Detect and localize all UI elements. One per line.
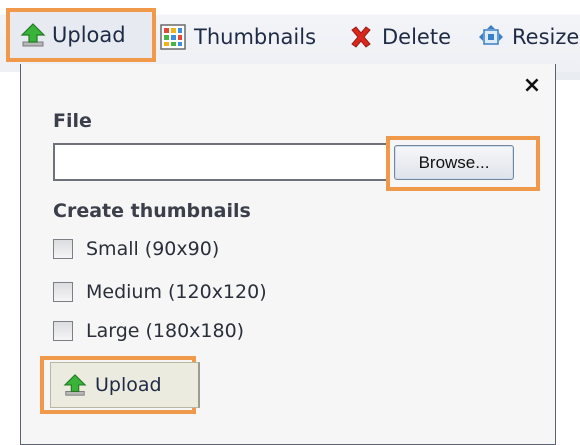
toolbar-delete-button[interactable]: Delete — [348, 16, 451, 58]
toolbar-resize-label: Resize — [512, 25, 580, 49]
large-label: Large (180x180) — [86, 320, 245, 342]
upload-submit-button[interactable]: Upload — [50, 362, 200, 408]
upload-arrow-icon — [20, 22, 46, 48]
grid-icon — [160, 24, 186, 50]
upload-submit-label: Upload — [95, 374, 162, 396]
small-label: Small (90x90) — [86, 238, 220, 260]
file-label: File — [53, 110, 92, 132]
toolbar-resize-button[interactable]: Resize — [478, 16, 579, 58]
option-small[interactable]: Small (90x90) — [53, 238, 219, 260]
large-checkbox[interactable] — [53, 321, 73, 341]
medium-label: Medium (120x120) — [86, 281, 267, 303]
upload-arrow-icon — [63, 373, 87, 397]
toolbar-upload-button[interactable]: Upload — [6, 8, 156, 62]
browse-button[interactable]: Browse... — [394, 145, 514, 180]
toolbar-delete-label: Delete — [382, 25, 451, 49]
background-area — [556, 80, 580, 445]
toolbar-thumbnails-label: Thumbnails — [194, 25, 317, 49]
file-input[interactable] — [53, 143, 389, 181]
resize-icon — [478, 24, 504, 50]
close-icon[interactable]: × — [522, 74, 542, 98]
medium-checkbox[interactable] — [53, 282, 73, 302]
option-large[interactable]: Large (180x180) — [53, 320, 244, 342]
option-medium[interactable]: Medium (120x120) — [53, 281, 267, 303]
thumbnails-heading: Create thumbnails — [53, 200, 251, 222]
toolbar: Upload Thumbnails Delete Resize — [0, 0, 580, 72]
small-checkbox[interactable] — [53, 239, 73, 259]
toolbar-thumbnails-button[interactable]: Thumbnails — [160, 16, 316, 58]
x-mark-icon — [348, 24, 374, 50]
toolbar-upload-label: Upload — [52, 23, 126, 47]
